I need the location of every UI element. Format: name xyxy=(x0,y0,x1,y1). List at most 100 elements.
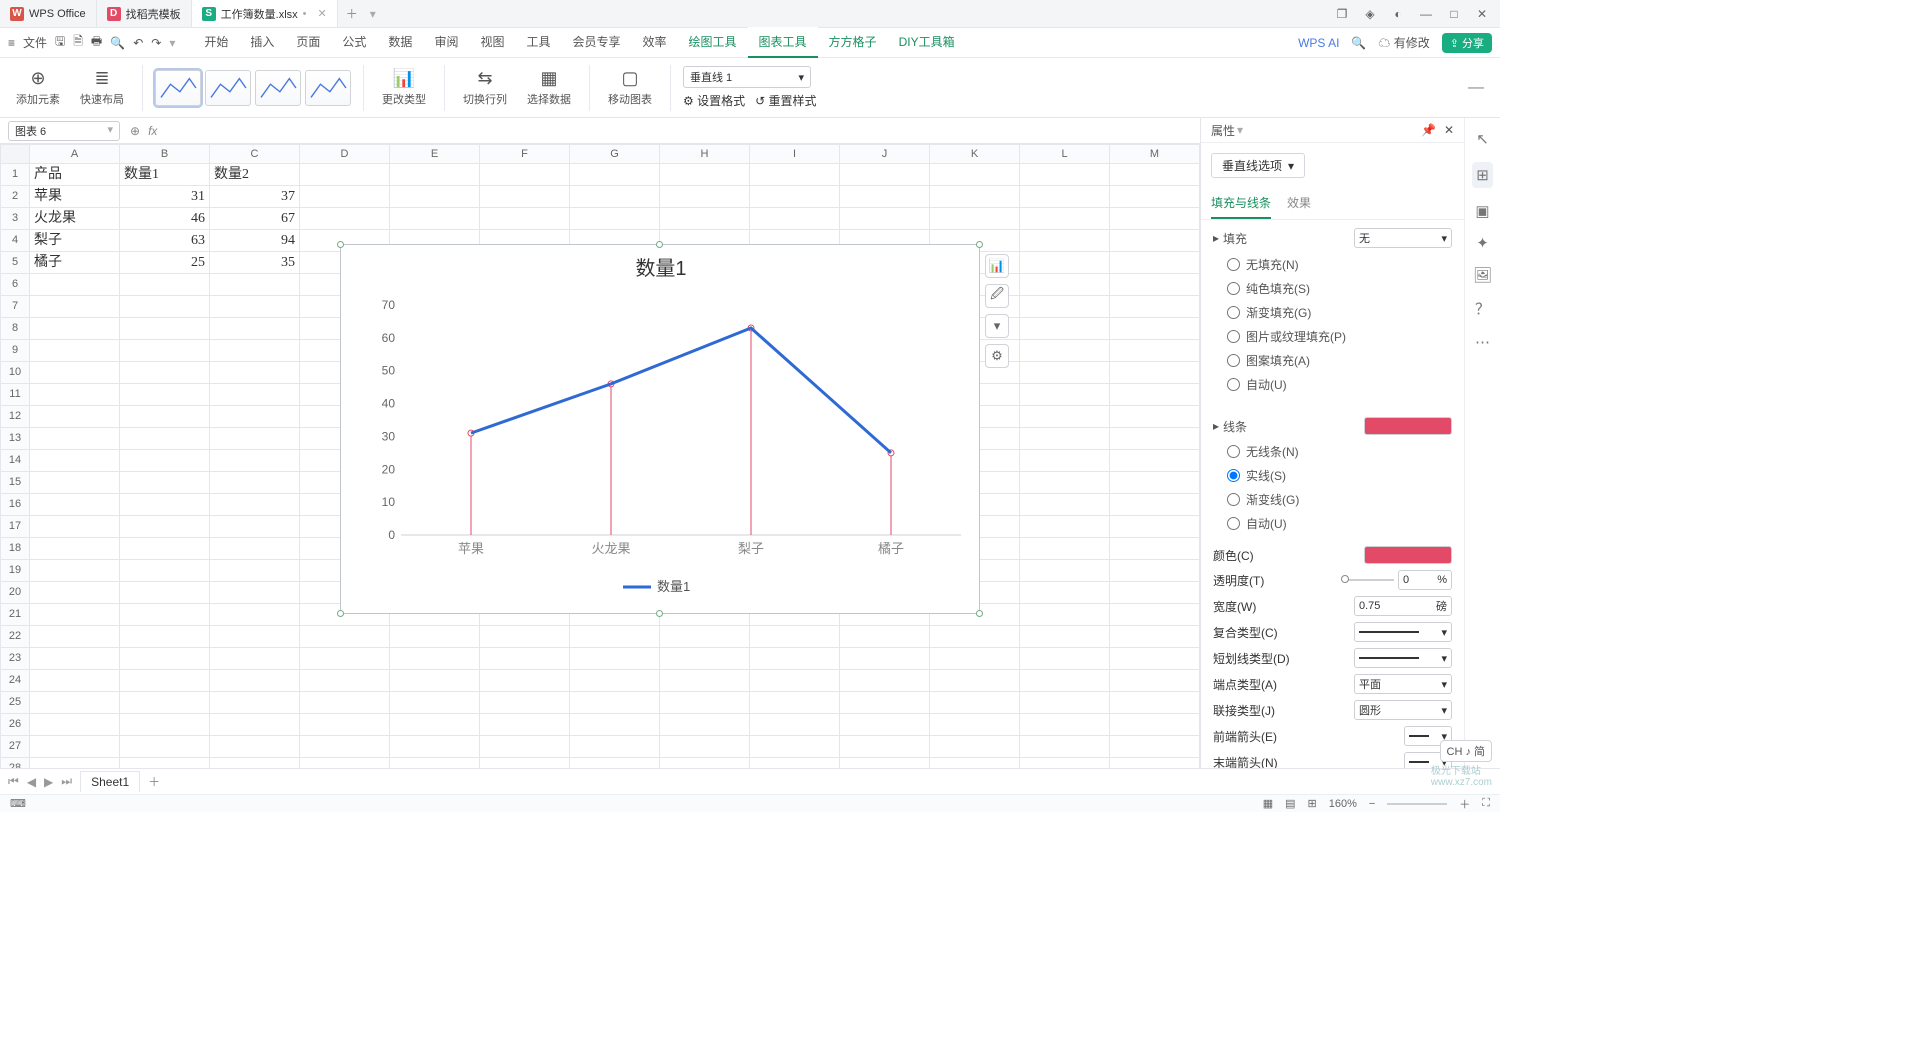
new-tab-button[interactable]: ＋ xyxy=(338,5,366,22)
row-header[interactable]: 2 xyxy=(0,186,30,208)
cell[interactable] xyxy=(120,604,210,626)
pin-icon[interactable]: 📌 xyxy=(1421,123,1436,137)
sheet-nav-last[interactable]: ⏭ xyxy=(61,774,72,789)
print-icon[interactable]: 🖶 xyxy=(91,32,102,53)
cell[interactable] xyxy=(210,604,300,626)
rail-style-icon[interactable]: ⊞ xyxy=(1472,162,1493,188)
cell[interactable] xyxy=(930,648,1020,670)
wps-ai[interactable]: WPS AI xyxy=(1298,36,1339,50)
cell[interactable] xyxy=(930,692,1020,714)
row-header[interactable]: 23 xyxy=(0,648,30,670)
cell[interactable] xyxy=(480,208,570,230)
fill-option[interactable]: 纯色填充(S) xyxy=(1227,280,1452,297)
cell[interactable] xyxy=(1110,428,1200,450)
row-header[interactable]: 15 xyxy=(0,472,30,494)
close-button[interactable]: ✕ xyxy=(1474,7,1490,21)
add-sheet-button[interactable]: ＋ xyxy=(148,773,160,790)
cell[interactable] xyxy=(1110,714,1200,736)
row-header[interactable]: 10 xyxy=(0,362,30,384)
cell[interactable] xyxy=(570,186,660,208)
cell[interactable] xyxy=(210,362,300,384)
cell[interactable] xyxy=(1110,670,1200,692)
cell[interactable] xyxy=(840,208,930,230)
row-header[interactable]: 9 xyxy=(0,340,30,362)
col-header[interactable]: F xyxy=(480,144,570,164)
row-header[interactable]: 16 xyxy=(0,494,30,516)
redo-icon[interactable]: ↷ xyxy=(151,36,161,50)
win-cube-icon[interactable]: ◈ xyxy=(1362,7,1378,21)
cell[interactable] xyxy=(840,736,930,758)
row-header[interactable]: 13 xyxy=(0,428,30,450)
rail-select-icon[interactable]: ↖ xyxy=(1476,130,1489,148)
cell[interactable] xyxy=(570,164,660,186)
cell[interactable]: 31 xyxy=(120,186,210,208)
cell[interactable] xyxy=(750,714,840,736)
row-header[interactable]: 18 xyxy=(0,538,30,560)
change-type-button[interactable]: 📊更改类型 xyxy=(376,68,432,107)
cell[interactable] xyxy=(300,164,390,186)
cell[interactable] xyxy=(120,450,210,472)
cell[interactable] xyxy=(30,406,120,428)
cell[interactable] xyxy=(390,186,480,208)
cell[interactable] xyxy=(840,164,930,186)
join-dd[interactable]: 圆形▾ xyxy=(1354,700,1452,720)
cell[interactable] xyxy=(750,208,840,230)
cell[interactable] xyxy=(660,164,750,186)
cell[interactable] xyxy=(1110,648,1200,670)
cell[interactable] xyxy=(210,560,300,582)
save-icon[interactable]: 🖫 xyxy=(55,32,65,53)
cell[interactable] xyxy=(1110,516,1200,538)
cell[interactable] xyxy=(1020,318,1110,340)
cell[interactable] xyxy=(660,714,750,736)
menu-tab[interactable]: 工具 xyxy=(515,27,561,58)
move-chart-button[interactable]: ▢移动图表 xyxy=(602,68,658,107)
col-header[interactable]: D xyxy=(300,144,390,164)
cell[interactable] xyxy=(210,384,300,406)
cell[interactable] xyxy=(390,648,480,670)
cell[interactable] xyxy=(120,626,210,648)
cell[interactable] xyxy=(480,648,570,670)
minimize-button[interactable]: — xyxy=(1418,7,1434,21)
fill-preset[interactable]: 无▾ xyxy=(1354,228,1452,248)
cell[interactable]: 数量1 xyxy=(120,164,210,186)
row-header[interactable]: 25 xyxy=(0,692,30,714)
cell[interactable] xyxy=(210,736,300,758)
cell[interactable] xyxy=(210,450,300,472)
cell[interactable] xyxy=(300,670,390,692)
cell[interactable] xyxy=(210,648,300,670)
cell[interactable] xyxy=(930,736,1020,758)
rail-more-icon[interactable]: ⋯ xyxy=(1475,333,1490,351)
cell[interactable] xyxy=(1020,670,1110,692)
transparency-input[interactable]: 0% xyxy=(1398,570,1452,590)
cell[interactable] xyxy=(1020,384,1110,406)
cell[interactable] xyxy=(930,186,1020,208)
cell[interactable] xyxy=(840,626,930,648)
name-box[interactable]: 图表 6▾ xyxy=(8,121,120,141)
cell[interactable] xyxy=(30,472,120,494)
cell[interactable] xyxy=(1110,230,1200,252)
cell[interactable] xyxy=(30,494,120,516)
cell[interactable] xyxy=(480,714,570,736)
cell[interactable] xyxy=(120,560,210,582)
line-section-label[interactable]: ▸ 线条 xyxy=(1213,418,1247,435)
menu-tab[interactable]: 效率 xyxy=(632,27,678,58)
cell[interactable] xyxy=(30,736,120,758)
cell[interactable] xyxy=(1110,450,1200,472)
row-header[interactable]: 21 xyxy=(0,604,30,626)
line-option[interactable]: 实线(S) xyxy=(1227,467,1452,484)
cell[interactable]: 产品 xyxy=(30,164,120,186)
cell[interactable]: 数量2 xyxy=(210,164,300,186)
cell[interactable] xyxy=(300,648,390,670)
width-input[interactable]: 0.75磅 xyxy=(1354,596,1452,616)
context-tab[interactable]: 方方格子 xyxy=(818,27,888,58)
cell[interactable] xyxy=(1020,362,1110,384)
cell[interactable] xyxy=(120,692,210,714)
cell[interactable] xyxy=(1020,252,1110,274)
cell[interactable] xyxy=(120,428,210,450)
cell[interactable] xyxy=(30,384,120,406)
cell[interactable]: 67 xyxy=(210,208,300,230)
cell[interactable] xyxy=(120,516,210,538)
cell[interactable] xyxy=(480,186,570,208)
cell[interactable] xyxy=(480,670,570,692)
rail-layers-icon[interactable]: ▣ xyxy=(1475,202,1489,220)
